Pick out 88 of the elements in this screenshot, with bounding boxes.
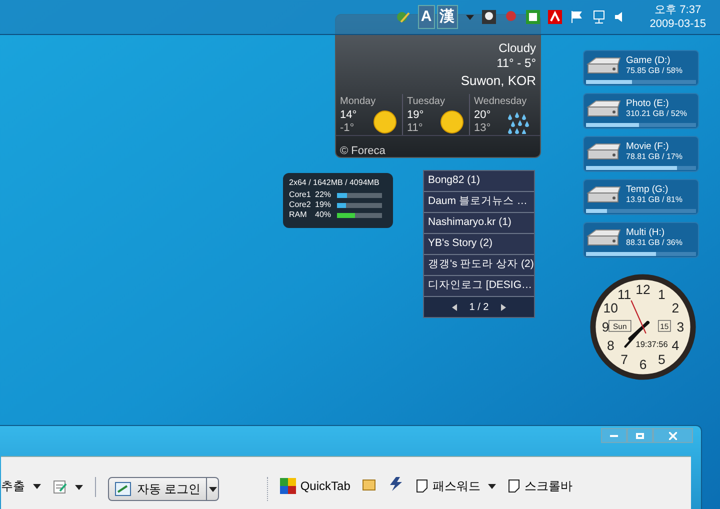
note-icon [416, 479, 428, 493]
hard-drive-icon [586, 228, 622, 248]
rain-icon [506, 110, 532, 134]
caret-icon [466, 14, 474, 20]
colored-squares-icon [280, 478, 296, 494]
caret-icon [488, 484, 496, 488]
clock-numeral: 6 [639, 356, 647, 372]
high-temperature: 14° [340, 109, 357, 122]
weather-condition: Cloudy [498, 41, 536, 56]
clock-numeral: 5 [658, 352, 666, 367]
clock-numeral: 2 [672, 300, 680, 316]
day-name: Tuesday [407, 95, 446, 109]
password-button[interactable]: 패스워드 [416, 477, 480, 495]
feed-item[interactable]: 갱갱's 판도라 상자 (2) [424, 255, 534, 276]
feed-item[interactable]: Nashimaryo.kr (1) [424, 213, 534, 234]
meter-label: Core2 [289, 200, 312, 210]
close-button[interactable] [653, 428, 693, 443]
hard-drive-icon [586, 98, 622, 118]
dropdown-button[interactable] [207, 477, 220, 501]
clock-numeral: 10 [603, 300, 618, 316]
drive-name: Photo (E:) [626, 98, 670, 108]
day-name: Wednesday [474, 95, 528, 109]
temperature-range: 11° - 5° [496, 56, 536, 71]
scrollbar-button[interactable]: 스크롤바 [508, 477, 572, 495]
lightning-icon[interactable] [388, 477, 404, 491]
caret-icon [33, 484, 41, 488]
caret-icon [75, 484, 83, 490]
close-icon [669, 432, 677, 440]
clock-numeral: 8 [606, 338, 614, 354]
meter-reading: 40% [315, 210, 332, 220]
clock-time[interactable]: 오후 7:37 [654, 3, 702, 17]
feed-item[interactable]: YB's Story (2) [424, 234, 534, 255]
feed-item[interactable]: 디자인로그 [DESIG… [424, 276, 534, 297]
low-temperature: -1° [340, 122, 356, 135]
drive-usage: 88.31 GB / 36% [626, 238, 682, 248]
meter-reading: 19% [315, 200, 332, 210]
maximize-button[interactable] [627, 428, 653, 443]
ime-mode-button[interactable]: 漢 [436, 4, 458, 30]
clock-numeral: 3 [676, 319, 684, 334]
page-indicator: 1 / 2 [469, 300, 489, 314]
clock-numeral: 9 [602, 319, 610, 334]
ime-mode-button[interactable]: A [418, 4, 435, 30]
city-name: Suwon, KOR [460, 73, 536, 88]
sun-icon [372, 109, 398, 135]
feed-item[interactable]: Bong82 (1) [424, 171, 534, 192]
hard-drive-icon [586, 56, 622, 76]
weather-credit: © Foreca [340, 145, 386, 157]
meter-label: Core1 [289, 190, 312, 200]
extract-button[interactable]: 추출 [1, 477, 25, 495]
clock-numeral: 11 [617, 287, 632, 302]
day-name: Monday [340, 95, 377, 109]
clock-numeral: 4 [672, 338, 680, 354]
quicktab-button[interactable]: QuickTab [280, 477, 350, 495]
previous-icon[interactable] [452, 304, 458, 310]
low-temperature: 13° [474, 122, 491, 135]
auto-login-button[interactable]: 자동 로그인 [108, 477, 208, 501]
meter-reading: 22% [315, 190, 332, 200]
drive-usage: 75.85 GB / 58% [626, 66, 682, 76]
drive-usage: 310.21 GB / 52% [626, 108, 687, 118]
clock-numeral: 12 [636, 282, 650, 297]
high-temperature: 19° [407, 109, 424, 122]
memory-summary: 2x64 / 1642MB / 4094MB [289, 177, 380, 188]
drive-name: Multi (H:) [626, 228, 666, 238]
drive-name: Game (D:) [626, 56, 672, 66]
minimize-button[interactable] [601, 428, 627, 443]
login-icon [115, 482, 131, 496]
feed-item[interactable]: Daum 블로거뉴스 … [424, 192, 534, 213]
drive-usage: 13.91 GB / 81% [626, 194, 682, 204]
meter-label: RAM [289, 210, 308, 220]
notepad-icon[interactable] [53, 480, 67, 494]
date-display: 15 [658, 320, 671, 332]
drive-name: Temp (G:) [626, 184, 670, 194]
note-icon [508, 479, 520, 493]
drive-usage: 78.81 GB / 17% [626, 152, 682, 162]
high-temperature: 20° [474, 109, 491, 122]
hard-drive-icon [586, 184, 622, 204]
sun-icon [439, 109, 465, 135]
clock-numeral: 1 [658, 287, 666, 302]
clock-numeral: 7 [620, 352, 628, 367]
drive-name: Movie (F:) [626, 142, 670, 152]
hard-drive-icon [586, 142, 622, 162]
caret-icon [208, 486, 217, 492]
day-display: Sun [608, 320, 632, 332]
next-icon[interactable] [500, 304, 506, 310]
flag-icon[interactable] [570, 10, 584, 24]
low-temperature: 11° [407, 122, 424, 135]
clock-date[interactable]: 2009-03-15 [650, 17, 706, 31]
network-icon[interactable] [592, 10, 606, 24]
